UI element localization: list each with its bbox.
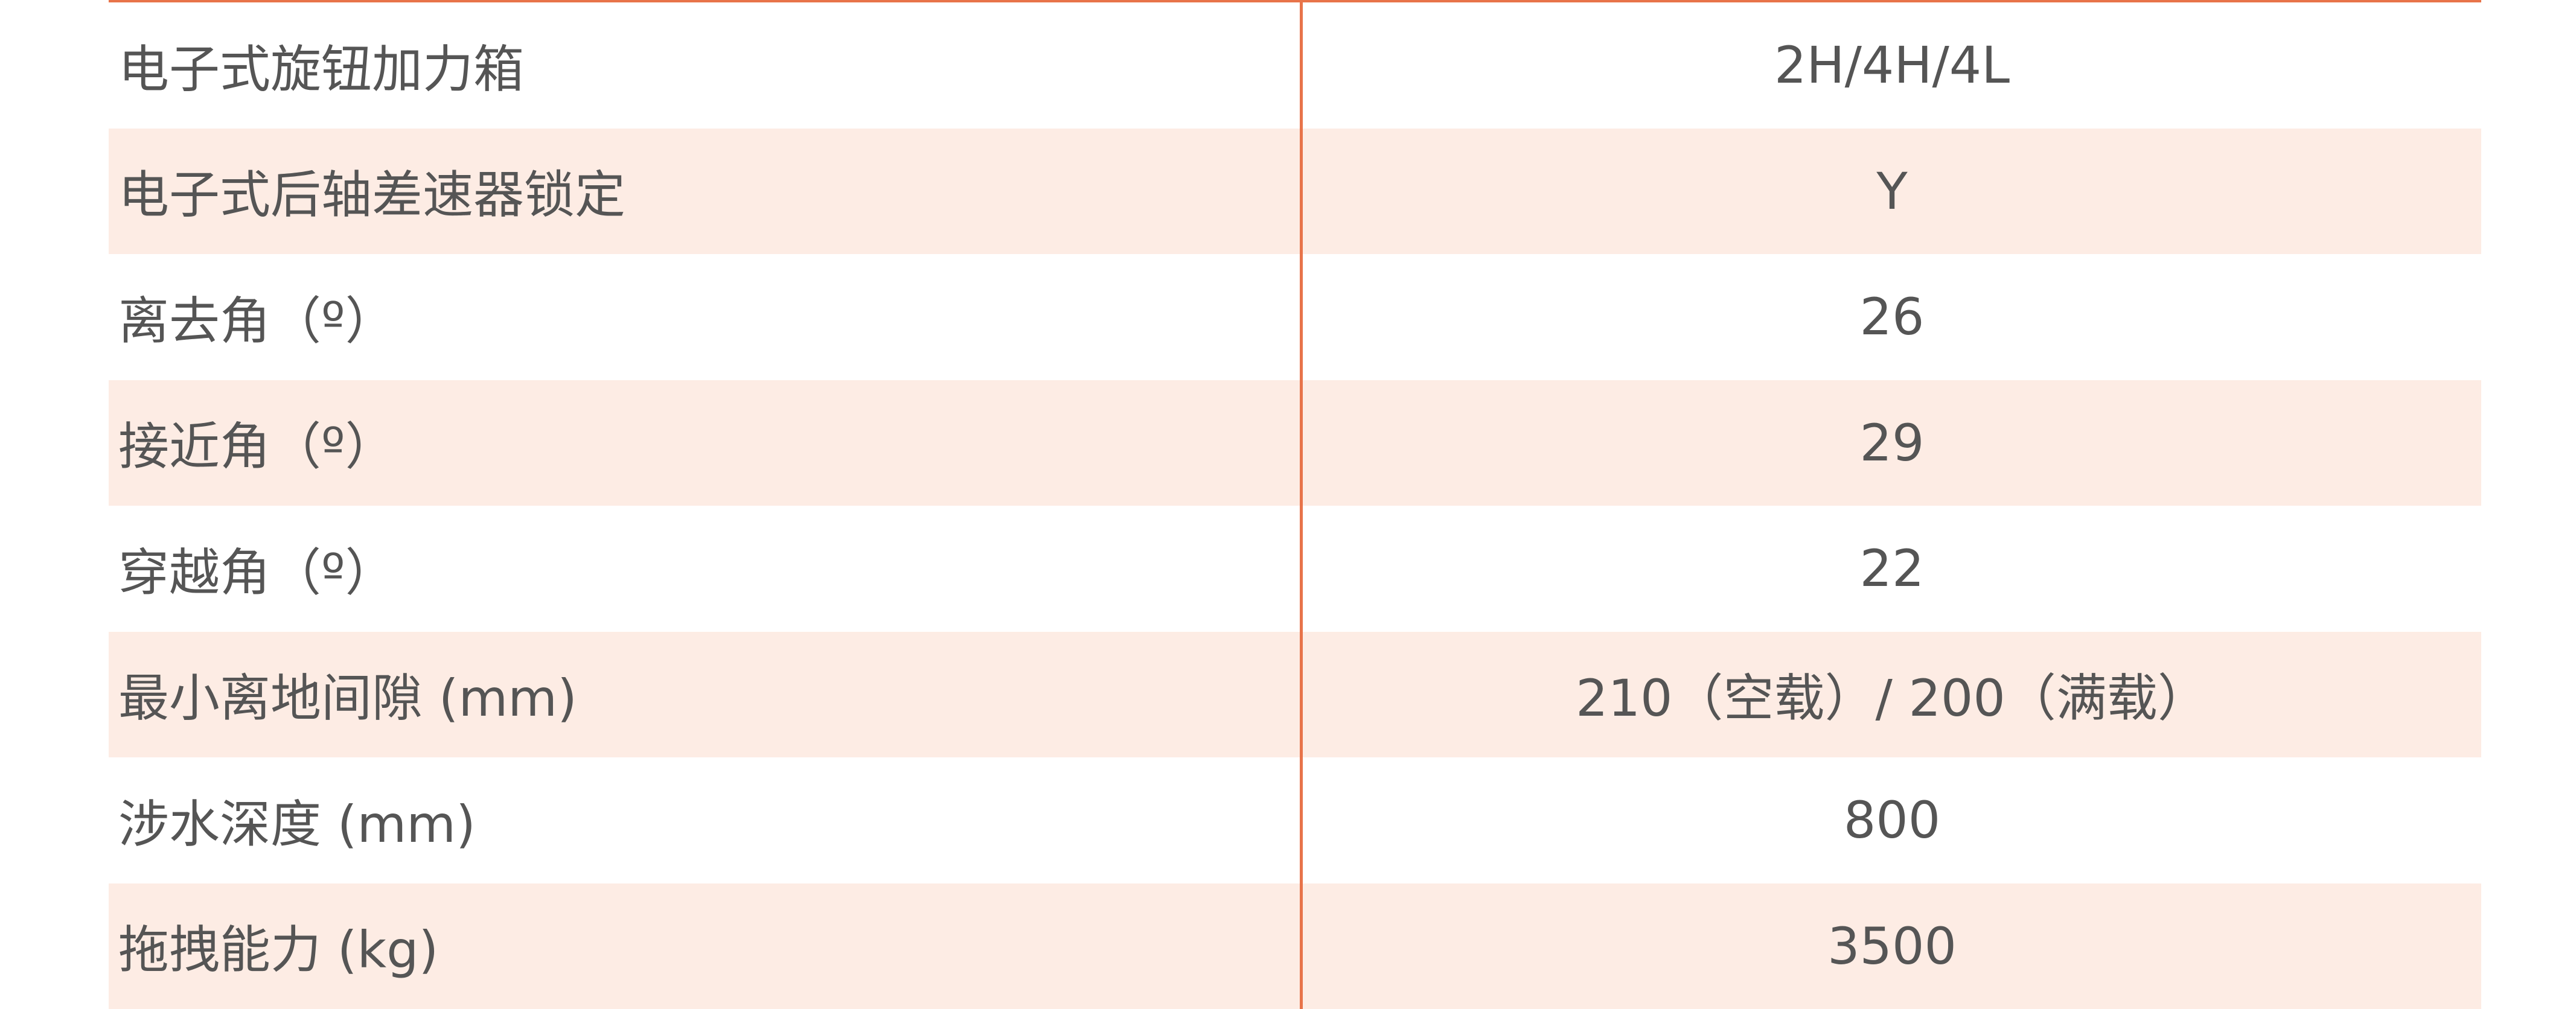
- table-row: 离去角（º） 26: [109, 254, 2481, 380]
- table-row: 接近角（º） 29: [109, 380, 2481, 506]
- spec-value: 800: [1843, 791, 1941, 850]
- spec-label: 接近角（º）: [109, 380, 1303, 506]
- table-row: 穿越角（º） 22: [109, 506, 2481, 632]
- spec-value: 22: [1859, 539, 1925, 599]
- spec-label: 拖拽能力 (kg): [109, 883, 1303, 1009]
- table-row: 拖拽能力 (kg) 3500: [109, 883, 2481, 1009]
- spec-label: 涉水深度 (mm): [109, 757, 1303, 883]
- spec-table: 电子式旋钮加力箱 2H/4H/4L 电子式后轴差速器锁定 Y 离去角（º） 26…: [109, 2, 2481, 1009]
- table-row: 电子式旋钮加力箱 2H/4H/4L: [109, 2, 2481, 129]
- spec-label: 离去角（º）: [109, 254, 1303, 380]
- spec-value: 2H/4H/4L: [1774, 36, 2010, 95]
- table-row: 涉水深度 (mm) 800: [109, 757, 2481, 883]
- spec-value: 26: [1859, 287, 1925, 347]
- spec-label: 电子式后轴差速器锁定: [109, 128, 1303, 254]
- spec-label: 最小离地间隙 (mm): [109, 631, 1303, 757]
- spec-value: 3500: [1827, 916, 1957, 976]
- spec-value: Y: [1876, 161, 1908, 221]
- spec-value: 29: [1859, 413, 1925, 473]
- spec-value: 210（空载）/ 200（满载）: [1576, 669, 2208, 728]
- table-row: 最小离地间隙 (mm) 210（空载）/ 200（满载）: [109, 631, 2481, 757]
- spec-label: 电子式旋钮加力箱: [109, 2, 1303, 129]
- spec-label: 穿越角（º）: [109, 506, 1303, 632]
- table-row: 电子式后轴差速器锁定 Y: [109, 128, 2481, 254]
